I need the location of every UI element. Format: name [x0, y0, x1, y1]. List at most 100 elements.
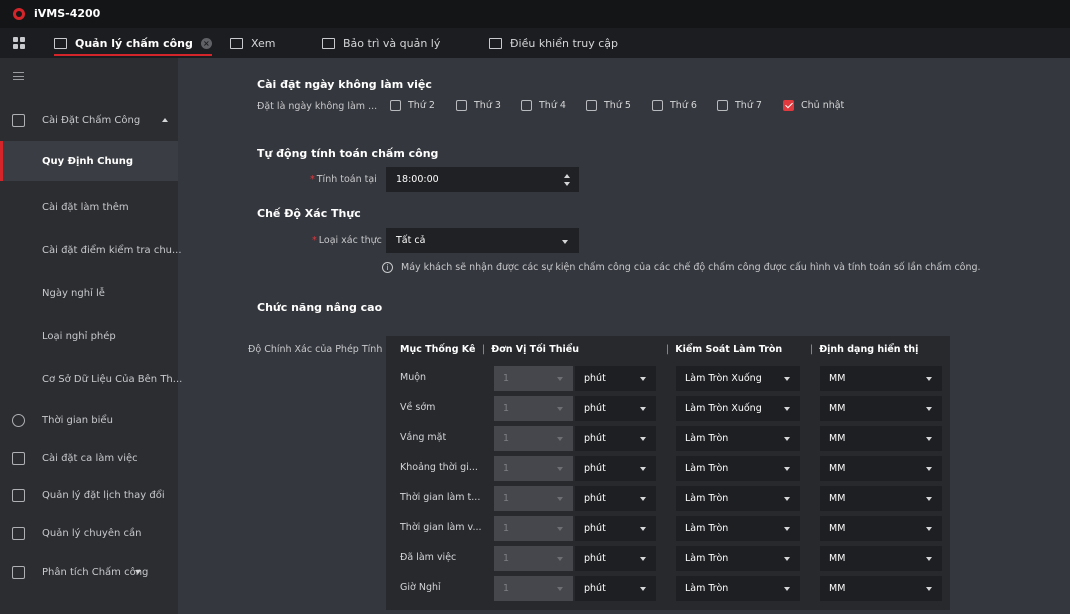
sidebar-item-label: Quản lý chuyên cần	[42, 527, 142, 539]
stat-item-label: Vắng mặt	[400, 432, 447, 443]
stat-item-label: Khoảng thời gi...	[400, 462, 478, 473]
min-unit-select[interactable]: 1	[494, 516, 573, 541]
format-select[interactable]: MM	[820, 456, 942, 481]
menu-toggle-icon[interactable]	[13, 72, 24, 80]
chevron-down-icon	[640, 407, 646, 411]
chevron-down-icon	[557, 587, 563, 591]
rounding-select[interactable]: Làm Tròn	[676, 576, 800, 601]
close-tab-icon[interactable]: ×	[200, 37, 212, 49]
auth-type-value: Tất cả	[396, 235, 426, 246]
tab-label: Quản lý chấm công	[75, 36, 193, 50]
rounding-value: Làm Tròn	[685, 583, 729, 594]
auth-type-select[interactable]: Tất cả	[386, 228, 579, 253]
chevron-down-icon	[557, 377, 563, 381]
module-grid-icon[interactable]	[13, 37, 25, 49]
sidebar-item-third-party-db[interactable]: Cơ Sở Dữ Liệu Của Bên Th...	[0, 359, 182, 399]
unit-select[interactable]: phút	[575, 546, 656, 571]
chevron-down-icon	[562, 240, 568, 244]
rounding-select[interactable]: Làm Tròn	[676, 426, 800, 451]
checkbox-label: Thứ 4	[539, 100, 566, 111]
sidebar-item-timetable[interactable]: Thời gian biểu	[0, 402, 178, 438]
sidebar-item-general-rules[interactable]: Quy Định Chung	[0, 141, 178, 181]
format-select[interactable]: MM	[820, 426, 942, 451]
unit-select[interactable]: phút	[575, 516, 656, 541]
checkbox-tue[interactable]: Thứ 3	[456, 100, 501, 111]
format-select[interactable]: MM	[820, 546, 942, 571]
sidebar-item-leave-types[interactable]: Loại nghỉ phép	[0, 316, 178, 356]
auth-info-note: i Máy khách sẽ nhận được các sự kiện chấ…	[382, 262, 981, 273]
checkbox-sat[interactable]: Thứ 7	[717, 100, 762, 111]
sidebar-item-shift-settings[interactable]: Cài đặt ca làm việc	[0, 440, 178, 476]
checkbox-sun[interactable]: Chủ nhật	[783, 100, 844, 111]
rounding-select[interactable]: Làm Tròn	[676, 516, 800, 541]
min-unit-select[interactable]: 1	[494, 486, 573, 511]
checkbox-box	[521, 100, 532, 111]
checkbox-label: Thứ 3	[474, 100, 501, 111]
format-select[interactable]: MM	[820, 576, 942, 601]
sidebar-item-attendance-analysis[interactable]: Phân tích Chấm công	[0, 554, 178, 590]
format-value: MM	[829, 433, 846, 444]
unit-select[interactable]: phút	[575, 396, 656, 421]
min-unit-select[interactable]: 1	[494, 546, 573, 571]
checkbox-wed[interactable]: Thứ 4	[521, 100, 566, 111]
rounding-select[interactable]: Làm Tròn	[676, 486, 800, 511]
spinner-icon[interactable]	[564, 174, 570, 186]
tab-attendance[interactable]: Quản lý chấm công ×	[54, 28, 212, 58]
sidebar-item-label: Cơ Sở Dữ Liệu Của Bên Th...	[42, 373, 183, 385]
chevron-down-icon	[784, 437, 790, 441]
min-unit-select[interactable]: 1	[494, 576, 573, 601]
rounding-value: Làm Tròn	[685, 553, 729, 564]
rounding-select[interactable]: Làm Tròn	[676, 456, 800, 481]
unit-value: phút	[584, 403, 606, 414]
sidebar-item-checkpoint[interactable]: Cài đặt điểm kiểm tra chu...	[0, 230, 182, 270]
rounding-value: Làm Tròn	[685, 493, 729, 504]
title-bar: iVMS-4200	[0, 0, 1070, 28]
unit-select[interactable]: phút	[575, 366, 656, 391]
unit-select[interactable]: phút	[575, 486, 656, 511]
unit-select[interactable]: phút	[575, 426, 656, 451]
chevron-down-icon	[557, 467, 563, 471]
sidebar-item-attendance-management[interactable]: Quản lý chuyên cần	[0, 515, 178, 551]
tab-maintenance[interactable]: Bảo trì và quản lý	[322, 28, 440, 58]
sidebar-item-schedule-change[interactable]: Quản lý đặt lịch thay đổi	[0, 477, 178, 513]
chevron-down-icon	[784, 377, 790, 381]
checkbox-fri[interactable]: Thứ 6	[652, 100, 697, 111]
sidebar-item-attendance-settings[interactable]: Cài Đặt Chấm Công	[0, 102, 178, 138]
min-unit-select[interactable]: 1	[494, 366, 573, 391]
calc-time-input[interactable]: 18:00:00	[386, 167, 579, 192]
sidebar-item-holidays[interactable]: Ngày nghỉ lễ	[0, 273, 178, 313]
rounding-select[interactable]: Làm Tròn Xuống	[676, 396, 800, 421]
chevron-down-icon	[784, 467, 790, 471]
sidebar-item-label: Ngày nghỉ lễ	[42, 287, 105, 299]
table-row: Đã làm việc 1 phút Làm Tròn MM	[386, 543, 950, 573]
format-select[interactable]: MM	[820, 486, 942, 511]
checkbox-mon[interactable]: Thứ 2	[390, 100, 435, 111]
schedule-icon	[12, 488, 25, 502]
table-row: Thời gian làm v... 1 phút Làm Tròn MM	[386, 513, 950, 543]
min-unit-select[interactable]: 1	[494, 456, 573, 481]
chevron-down-icon	[926, 377, 932, 381]
unit-select[interactable]: phút	[575, 456, 656, 481]
stat-item-label: Thời gian làm t...	[400, 492, 481, 503]
rounding-select[interactable]: Làm Tròn	[676, 546, 800, 571]
min-unit-select[interactable]: 1	[494, 396, 573, 421]
chevron-down-icon	[557, 407, 563, 411]
sidebar-item-overtime[interactable]: Cài đặt làm thêm	[0, 187, 178, 227]
checkbox-thu[interactable]: Thứ 5	[586, 100, 631, 111]
format-select[interactable]: MM	[820, 366, 942, 391]
min-unit-select[interactable]: 1	[494, 426, 573, 451]
unit-select[interactable]: phút	[575, 576, 656, 601]
unit-value: phút	[584, 583, 606, 594]
checkbox-label: Thứ 2	[408, 100, 435, 111]
chevron-down-icon	[640, 497, 646, 501]
section-title-auto-calc: Tự động tính toán chấm công	[257, 147, 439, 160]
format-select[interactable]: MM	[820, 396, 942, 421]
report-icon	[12, 565, 25, 579]
tab-access-control[interactable]: Điều khiển truy cập	[489, 28, 618, 58]
table-row: Thời gian làm t... 1 phút Làm Tròn MM	[386, 483, 950, 513]
tab-view[interactable]: Xem	[230, 28, 276, 58]
expand-icon	[135, 570, 141, 574]
rounding-select[interactable]: Làm Tròn Xuống	[676, 366, 800, 391]
format-select[interactable]: MM	[820, 516, 942, 541]
chevron-down-icon	[557, 437, 563, 441]
